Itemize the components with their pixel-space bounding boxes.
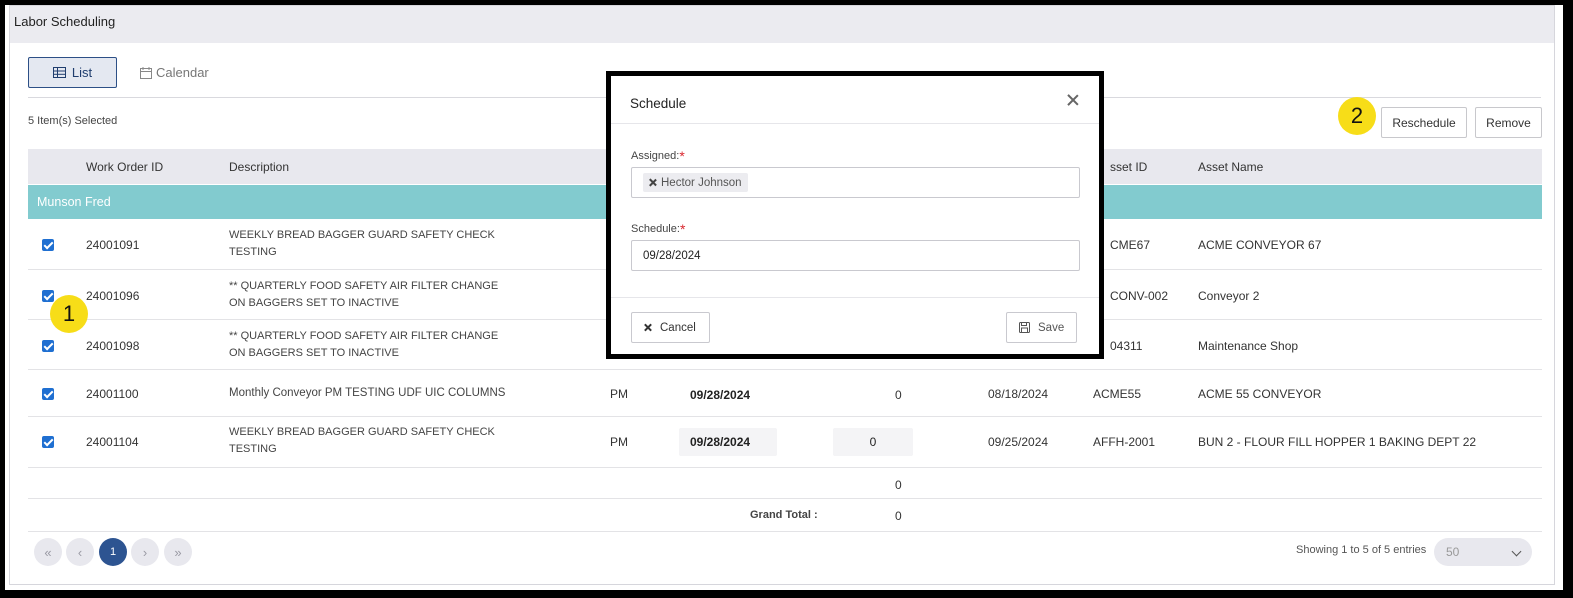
chevron-down-icon xyxy=(1511,546,1522,557)
asset-id: CONV-002 xyxy=(1110,289,1169,303)
assignee-name: Hector Johnson xyxy=(661,176,742,189)
schedule-label: Schedule:* xyxy=(631,221,686,237)
header-description[interactable]: Description xyxy=(229,160,289,174)
cancel-button[interactable]: Cancel xyxy=(631,312,710,343)
due-date: 09/25/2024 xyxy=(988,435,1049,449)
work-type: PM xyxy=(610,387,628,401)
asset-name: Conveyor 2 xyxy=(1198,289,1260,303)
dialog-header-divider xyxy=(611,123,1099,124)
last-page-icon[interactable]: » xyxy=(164,538,192,566)
next-page-icon[interactable]: › xyxy=(131,538,159,566)
asset-id: AFFH-2001 xyxy=(1093,435,1156,449)
tab-list[interactable]: List xyxy=(28,57,117,88)
dialog-footer-divider xyxy=(611,297,1099,298)
header-work-order-id[interactable]: Work Order ID xyxy=(86,160,163,174)
description: Monthly Conveyor PM TESTING UDF UIC COLU… xyxy=(229,387,506,399)
schedule-date[interactable]: 09/28/2024 xyxy=(690,388,750,402)
page-size-value: 50 xyxy=(1446,545,1460,559)
tab-list-label: List xyxy=(71,65,93,80)
group-label: Munson Fred xyxy=(37,195,111,209)
subtotal-row: 0 xyxy=(28,468,1542,499)
save-label: Save xyxy=(1038,321,1065,334)
work-order-id: 24001104 xyxy=(86,435,139,449)
schedule-dialog: Schedule Assigned:* Hector Johnson Sched… xyxy=(606,71,1104,359)
work-order-id: 24001100 xyxy=(86,387,139,401)
grand-total-row: Grand Total : 0 xyxy=(28,499,1542,532)
remove-chip-icon[interactable] xyxy=(648,178,657,187)
app-header: Labor Scheduling xyxy=(10,6,1554,43)
row-checkbox[interactable] xyxy=(42,436,54,448)
work-order-id: 24001091 xyxy=(86,238,140,252)
first-page-icon[interactable]: « xyxy=(34,538,62,566)
page-size-select[interactable]: 50 xyxy=(1434,538,1532,566)
hours-field[interactable]: 0 xyxy=(833,428,913,456)
row-checkbox[interactable] xyxy=(42,239,54,251)
asset-name: Maintenance Shop xyxy=(1198,339,1299,353)
description: ** QUARTERLY FOOD SAFETY AIR FILTER CHAN… xyxy=(229,280,499,309)
asset-name: ACME 55 CONVEYOR xyxy=(1198,387,1322,401)
prev-page-icon[interactable]: ‹ xyxy=(66,538,94,566)
entries-info: Showing 1 to 5 of 5 entries xyxy=(1296,544,1427,556)
hours: 0 xyxy=(895,388,902,402)
grand-total-value: 0 xyxy=(895,509,902,523)
remove-button[interactable]: Remove xyxy=(1475,107,1542,138)
calendar-icon xyxy=(140,66,152,79)
header-asset-name[interactable]: Asset Name xyxy=(1198,160,1263,174)
work-order-id: 24001096 xyxy=(86,289,140,303)
table-icon xyxy=(52,67,66,78)
schedule-date-field[interactable]: 09/28/2024 xyxy=(679,428,777,456)
callout-badge-1: 1 xyxy=(50,295,88,333)
description: ** QUARTERLY FOOD SAFETY AIR FILTER CHAN… xyxy=(229,330,499,359)
work-type: PM xyxy=(610,435,628,449)
asset-name: BUN 2 - FLOUR FILL HOPPER 1 BAKING DEPT … xyxy=(1198,435,1477,449)
asset-name: ACME CONVEYOR 67 xyxy=(1198,238,1322,252)
page-button-1[interactable]: 1 xyxy=(99,538,127,566)
grand-total-label: Grand Total : xyxy=(750,509,818,521)
assigned-label: Assigned:* xyxy=(631,148,685,164)
row-checkbox[interactable] xyxy=(42,290,54,302)
tab-calendar-label: Calendar xyxy=(156,65,209,80)
save-button[interactable]: Save xyxy=(1006,312,1077,343)
subtotal-value: 0 xyxy=(895,478,902,492)
row-checkbox[interactable] xyxy=(42,388,54,400)
due-date: 08/18/2024 xyxy=(988,387,1049,401)
table-row[interactable]: 24001100 Monthly Conveyor PM TESTING UDF… xyxy=(28,370,1542,417)
save-icon xyxy=(1019,322,1030,333)
schedule-date-input[interactable] xyxy=(631,240,1080,271)
asset-id: CME67 xyxy=(1110,238,1151,252)
assigned-field[interactable]: Hector Johnson xyxy=(631,167,1080,198)
work-order-id: 24001098 xyxy=(86,339,140,353)
header-asset-id[interactable]: sset ID xyxy=(1110,160,1147,174)
row-checkbox[interactable] xyxy=(42,340,54,352)
asset-id: 04311 xyxy=(1110,339,1143,353)
table-row[interactable]: 24001104 WEEKLY BREAD BAGGER GUARD SAFET… xyxy=(28,417,1542,468)
assignee-chip: Hector Johnson xyxy=(643,173,748,192)
tab-calendar[interactable]: Calendar xyxy=(140,57,230,88)
app-title: Labor Scheduling xyxy=(14,14,116,29)
reschedule-button[interactable]: Reschedule xyxy=(1381,107,1467,138)
description: WEEKLY BREAD BAGGER GUARD SAFETY CHECK TE… xyxy=(229,426,495,455)
cancel-label: Cancel xyxy=(660,321,696,334)
callout-badge-2: 2 xyxy=(1338,97,1376,135)
close-icon xyxy=(643,323,652,332)
close-icon[interactable] xyxy=(1065,92,1081,108)
dialog-title: Schedule xyxy=(630,96,687,111)
selected-count: 5 Item(s) Selected xyxy=(28,115,118,127)
description: WEEKLY BREAD BAGGER GUARD SAFETY CHECK TE… xyxy=(229,229,495,258)
asset-id: ACME55 xyxy=(1093,387,1142,401)
